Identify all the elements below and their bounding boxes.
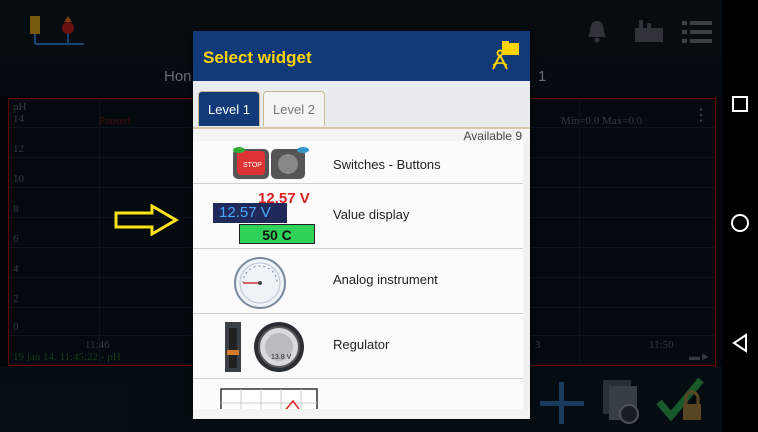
regulator-icon: 13.8 V: [225, 322, 304, 372]
square-icon: [732, 96, 748, 112]
level-tabs: Level 1 Level 2: [193, 81, 530, 129]
widget-label: Switches - Buttons: [333, 157, 441, 172]
preview-blue-value: 12.57 V: [213, 203, 287, 223]
circle-icon: [731, 214, 749, 232]
widget-label: Value display: [333, 207, 410, 222]
widget-label: Regulator: [333, 337, 390, 352]
tab-level-1[interactable]: Level 1: [198, 91, 260, 126]
svg-text:STOP: STOP: [243, 162, 262, 169]
home-button[interactable]: [722, 205, 758, 241]
tab-level-2[interactable]: Level 2: [263, 91, 325, 126]
widget-label: Analog instrument: [333, 272, 438, 287]
list-item-graph[interactable]: [193, 379, 523, 409]
triangle-back-icon: [732, 333, 747, 353]
android-nav-bar: [722, 0, 758, 432]
recent-apps-button[interactable]: [722, 86, 758, 122]
compass-folder-icon[interactable]: [488, 39, 520, 73]
back-button[interactable]: [722, 325, 758, 361]
analog-gauge-icon: [234, 257, 286, 309]
list-item-analog-instrument[interactable]: Analog instrument: [193, 249, 523, 314]
svg-text:13.8 V: 13.8 V: [271, 354, 292, 361]
list-scrollbar[interactable]: [524, 141, 530, 409]
value-display-icon: 12.57 V 12.57 V 50 C: [213, 188, 321, 244]
list-item-regulator[interactable]: 13.8 V Regulator: [193, 314, 523, 379]
preview-green-value: 50 C: [239, 224, 315, 244]
list-item-value-display[interactable]: 12.57 V 12.57 V 50 C Value display: [193, 184, 523, 249]
pointer-arrow-icon: [114, 204, 179, 236]
graph-icon: [220, 388, 318, 409]
switch-buttons-icon: STOP: [233, 147, 309, 179]
app-screen: Hon 1 pH 14 12 10 8 6 4 2 0 Paused Min=0…: [0, 0, 722, 432]
list-item-switches[interactable]: STOP Switches - Buttons: [193, 141, 523, 184]
dialog-header: Select widget: [193, 31, 530, 81]
widget-list: STOP Switches - Buttons 12.57 V 12.57 V …: [193, 141, 530, 409]
select-widget-dialog: Select widget Level 1 Level 2 Available …: [193, 31, 530, 419]
dialog-title: Select widget: [203, 48, 312, 67]
